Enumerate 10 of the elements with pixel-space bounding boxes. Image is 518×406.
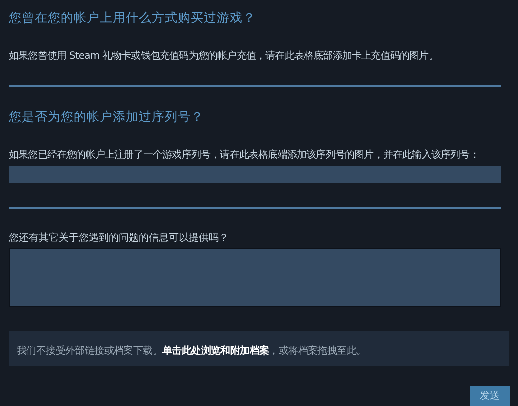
attachment-drop-zone[interactable]: 我们不接受外部链接或档案下载。单击此处浏览和附加档案，或将档案拖拽至此。 bbox=[9, 331, 509, 366]
attachment-notice-text: 我们不接受外部链接或档案下载。单击此处浏览和附加档案，或将档案拖拽至此。 bbox=[17, 346, 366, 357]
browse-attach-link[interactable]: 单击此处浏览和附加档案 bbox=[162, 346, 270, 357]
section-heading: 您是否为您的帐户添加过序列号？ bbox=[9, 108, 205, 126]
question-label: 您还有其它关于您遇到的问题的信息可以提供吗？ bbox=[9, 232, 230, 246]
details-text-area[interactable] bbox=[9, 248, 501, 307]
section-heading: 您曾在您的帐户上用什么方式购买过游戏？ bbox=[9, 10, 257, 27]
instruction-text: 如果您曾使用 Steam 礼物卡或钱包充值码为您的帐户充值，请在此表格底部添加卡上充值码的图片。 bbox=[9, 50, 440, 63]
serial-input-field[interactable] bbox=[9, 166, 501, 184]
instruction-text: 如果您已经在您的帐户上注册了一个游戏序列号，请在此表格底端添加该序列号的图片，并在此输入该序列号： bbox=[9, 148, 480, 162]
